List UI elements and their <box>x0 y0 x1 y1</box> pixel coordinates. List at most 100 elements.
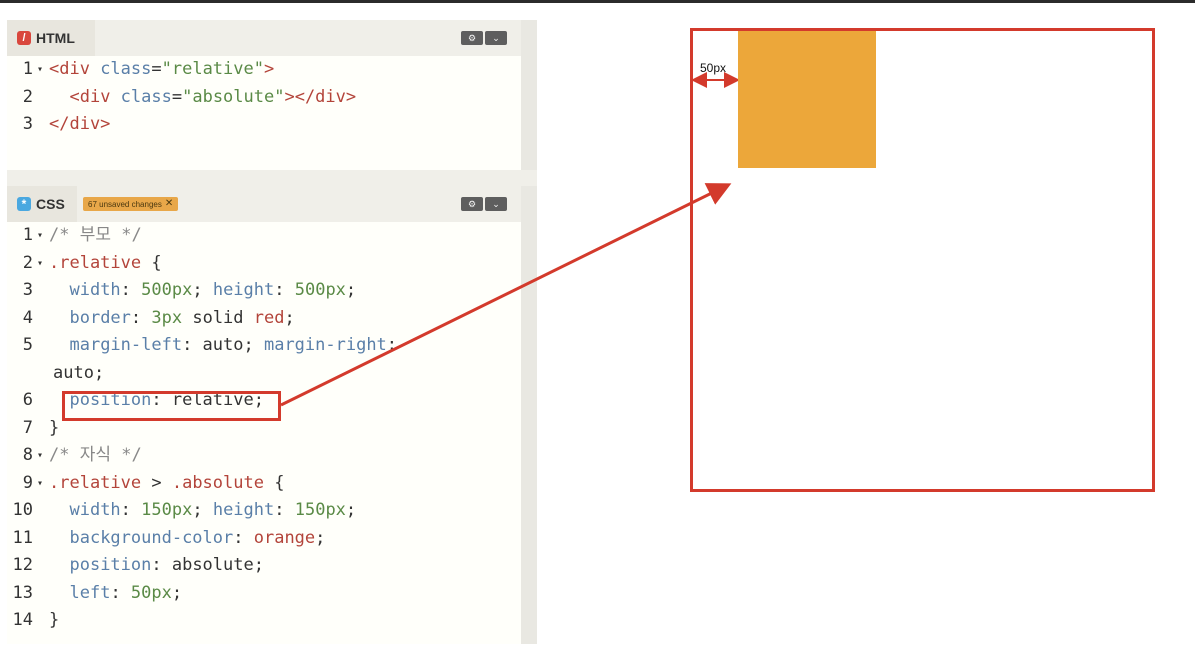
code-token: 3px <box>151 307 183 328</box>
css-code-line[interactable]: 9 ▾ .relative > .absolute { <box>7 470 521 498</box>
code-text: background-color: orange; <box>49 525 325 553</box>
css-code-line[interactable]: 14} <box>7 607 521 635</box>
line-number: 1 <box>22 59 33 79</box>
line-number: 14 <box>12 610 33 630</box>
close-icon[interactable]: ✕ <box>165 199 173 209</box>
css-settings-button[interactable]: ⚙ <box>461 197 483 211</box>
code-token: /* 자식 */ <box>49 445 142 465</box>
html-expand-button[interactable]: ⌄ <box>485 31 507 45</box>
line-number: 13 <box>12 582 33 603</box>
html-settings-button[interactable]: ⚙ <box>461 31 483 45</box>
code-token: auto; <box>53 362 105 383</box>
html-code-line[interactable]: 3 </div> <box>7 111 521 139</box>
css-code-line[interactable]: auto; <box>7 360 521 388</box>
code-token: 150px <box>141 500 193 520</box>
code-token: { <box>141 252 162 273</box>
css-code-area[interactable]: 1 ▾/* 부모 */2 ▾ .relative {3 width: 500px; h… <box>7 222 521 635</box>
offset-label: 50px <box>700 61 727 75</box>
line-number: 3 <box>22 280 33 300</box>
html-code-area[interactable]: 1 ▾ <div class="relative"> 2 <div class="ab… <box>7 56 521 139</box>
code-token: : <box>233 527 254 548</box>
css-code-line[interactable]: 8 ▾ /* 자식 */ <box>7 442 521 470</box>
code-text: position: absolute; <box>49 552 264 580</box>
css-code-line[interactable]: 13 left: 50px; <box>7 580 521 608</box>
code-token: height <box>212 280 275 300</box>
code-text: <div class="absolute"></div> <box>49 84 356 112</box>
fold-toggle-icon[interactable]: ▾ <box>37 56 43 84</box>
line-number: 4 <box>22 307 33 328</box>
css-panel-header: * CSS 67 unsaved changes ✕ ⚙ ⌄ <box>7 186 521 222</box>
fold-toggle-icon[interactable]: ▾ <box>37 222 43 250</box>
css-code-line[interactable]: 4 border: 3px solid red; <box>7 305 521 333</box>
css-code-line[interactable]: 1 ▾ /* 부모 */ <box>7 222 521 250</box>
code-token: : <box>274 500 295 520</box>
code-token: margin-left <box>69 335 183 355</box>
chevron-down-icon: ⌄ <box>492 198 500 209</box>
code-token: "absolute" <box>182 86 285 107</box>
code-token: ; <box>284 307 295 328</box>
code-token: width <box>69 280 121 300</box>
code-token: : <box>120 280 142 300</box>
css-code-line[interactable]: 11 background-color: orange; <box>7 525 521 553</box>
code-token: orange <box>253 527 316 548</box>
code-token: ; <box>171 582 183 603</box>
line-number: 10 <box>12 500 33 520</box>
unsaved-changes-badge[interactable]: 67 unsaved changes ✕ <box>83 197 179 211</box>
code-text: } <box>49 607 59 635</box>
css-code-line[interactable]: 3 width: 500px; height: 500px; <box>7 277 521 305</box>
tab-html[interactable]: / HTML <box>7 20 95 56</box>
code-token: <div <box>69 86 121 107</box>
css-code-line[interactable]: 2 ▾ .relative { <box>7 250 521 278</box>
code-token: class <box>120 86 172 107</box>
code-token: <div <box>49 59 101 79</box>
gear-icon: ⚙ <box>467 32 477 43</box>
fold-toggle-icon[interactable]: ▾ <box>37 250 43 278</box>
code-text: /* 부모 */ <box>49 222 142 250</box>
html-icon: / <box>17 31 31 45</box>
code-token: .relative <box>49 472 142 493</box>
css-expand-button[interactable]: ⌄ <box>485 197 507 211</box>
tab-css-label: CSS <box>36 196 65 212</box>
line-number: 2 <box>22 86 33 107</box>
code-token: ; <box>345 500 357 520</box>
gear-icon: ⚙ <box>467 198 477 209</box>
code-token: 500px <box>294 280 346 300</box>
code-token: "relative" <box>161 59 264 79</box>
code-token: /* 부모 */ <box>49 225 142 245</box>
html-panel-header: / HTML ⚙ ⌄ <box>7 20 521 56</box>
unsaved-changes-text: 67 unsaved changes <box>88 199 162 209</box>
css-code-line[interactable]: 10 width: 150px; height: 150px; <box>7 497 521 525</box>
code-text: width: 500px; height: 500px; <box>49 277 356 305</box>
code-token: left <box>69 582 111 603</box>
fold-toggle-icon[interactable]: ▾ <box>37 470 43 498</box>
code-token: width <box>69 500 121 520</box>
absolute-box-preview <box>738 31 876 168</box>
code-token: 150px <box>294 500 346 520</box>
css-code-line[interactable]: 5 margin-left: auto; margin-right: <box>7 332 521 360</box>
html-code-line[interactable]: 1 ▾ <div class="relative"> <box>7 56 521 84</box>
html-scrollbar[interactable] <box>521 20 537 170</box>
code-token: .relative <box>49 252 142 273</box>
line-number: 2 <box>22 252 33 273</box>
css-code-line[interactable]: 12 position: absolute; <box>7 552 521 580</box>
code-token: border <box>69 307 131 328</box>
css-scrollbar[interactable] <box>521 186 537 644</box>
code-token: { <box>263 472 285 493</box>
tab-css[interactable]: * CSS <box>7 186 77 222</box>
code-text: left: 50px; <box>49 580 182 608</box>
code-token: red <box>253 307 285 328</box>
code-token: = <box>171 86 183 107</box>
code-token: : absolute; <box>151 555 264 575</box>
fold-toggle-icon[interactable]: ▾ <box>37 442 43 470</box>
line-number: 8 <box>22 445 33 465</box>
code-token: </div> <box>49 114 111 134</box>
code-text: auto; <box>53 360 104 388</box>
html-code-line[interactable]: 2 <div class="absolute"></div> <box>7 84 521 112</box>
code-token: : <box>130 307 152 328</box>
